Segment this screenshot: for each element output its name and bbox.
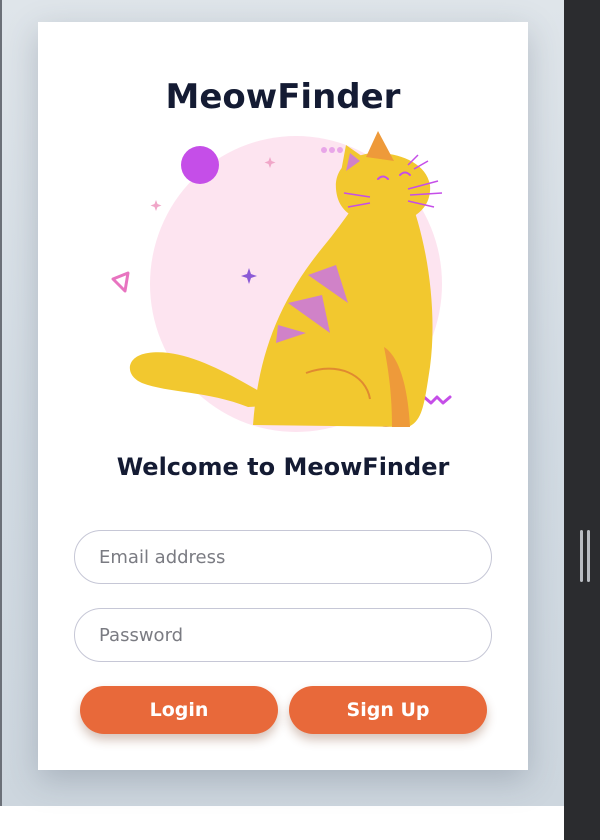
triangle-outline xyxy=(111,271,130,293)
login-button[interactable]: Login xyxy=(80,686,278,734)
login-card: MeowFinder Welcome to MeowFinder Email a… xyxy=(38,22,528,770)
sparkle-icon xyxy=(150,200,162,211)
page-footer-strip xyxy=(0,806,564,840)
cat-illustration xyxy=(111,131,452,432)
cat-ear xyxy=(366,131,394,161)
small-dot xyxy=(321,147,327,153)
password-field[interactable] xyxy=(74,608,492,662)
welcome-heading: Welcome to MeowFinder xyxy=(116,453,450,481)
small-dot xyxy=(329,147,335,153)
scrollbar-grip[interactable] xyxy=(578,530,592,582)
email-field[interactable] xyxy=(74,530,492,584)
scrollbar-track[interactable] xyxy=(564,0,600,840)
signup-button[interactable]: Sign Up xyxy=(289,686,487,734)
small-dot xyxy=(337,147,343,153)
zigzag-icon xyxy=(422,395,452,405)
purple-dot xyxy=(181,146,219,184)
app-title: MeowFinder xyxy=(165,77,401,117)
